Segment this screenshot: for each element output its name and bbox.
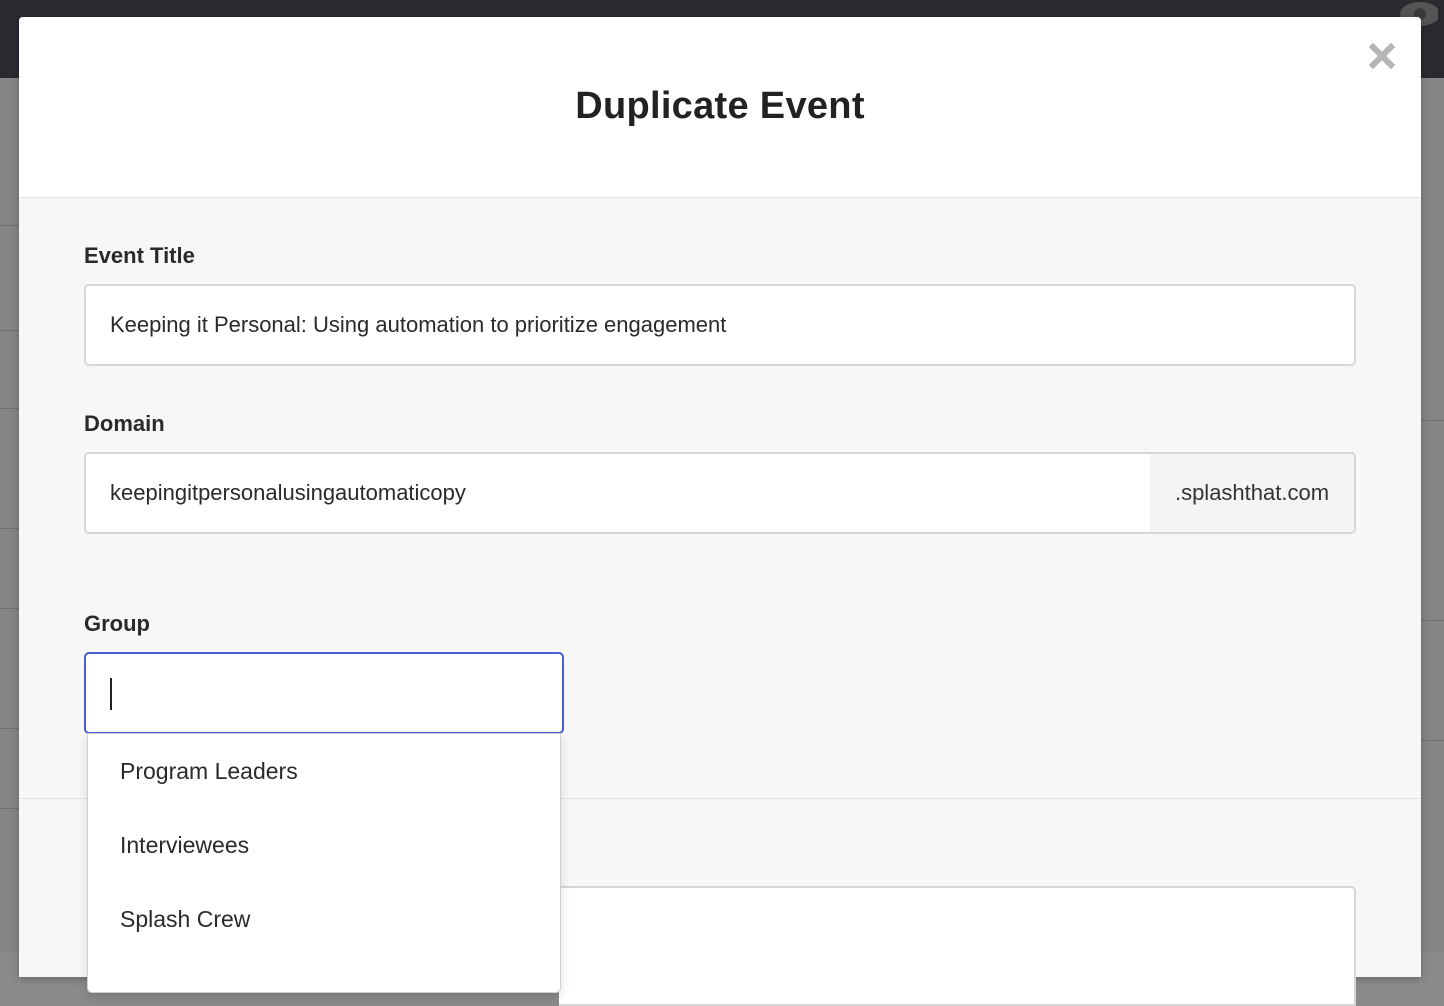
background-divider — [0, 528, 19, 529]
background-divider — [0, 608, 19, 609]
modal-header: Duplicate Event — [19, 17, 1421, 198]
group-dropdown: Program Leaders Interviewees Splash Crew — [87, 733, 561, 993]
dropdown-option-interviewees[interactable]: Interviewees — [88, 808, 560, 882]
background-divider — [0, 408, 19, 409]
domain-field: .splashthat.com — [84, 452, 1356, 534]
background-divider — [1421, 620, 1444, 621]
dropdown-option-program-leaders[interactable]: Program Leaders — [88, 734, 560, 808]
event-title-input[interactable] — [84, 284, 1356, 366]
background-divider — [1421, 740, 1444, 741]
background-divider — [1421, 420, 1444, 421]
domain-input[interactable] — [86, 454, 1150, 532]
background-divider — [0, 728, 19, 729]
modal-title: Duplicate Event — [575, 85, 865, 127]
background-divider — [0, 225, 19, 226]
close-icon[interactable] — [1369, 43, 1395, 69]
lower-field[interactable] — [559, 886, 1356, 1006]
duplicate-event-modal: Duplicate Event Event Title Domain .spla… — [19, 17, 1421, 1006]
background-divider — [0, 330, 19, 331]
background-divider — [0, 808, 19, 809]
domain-label: Domain — [84, 411, 165, 436]
text-caret — [110, 678, 112, 710]
group-label: Group — [84, 611, 150, 636]
domain-suffix: .splashthat.com — [1150, 454, 1354, 532]
group-search-input[interactable] — [84, 652, 564, 734]
event-title-label: Event Title — [84, 243, 195, 268]
dropdown-option-splash-crew[interactable]: Splash Crew — [88, 882, 560, 956]
